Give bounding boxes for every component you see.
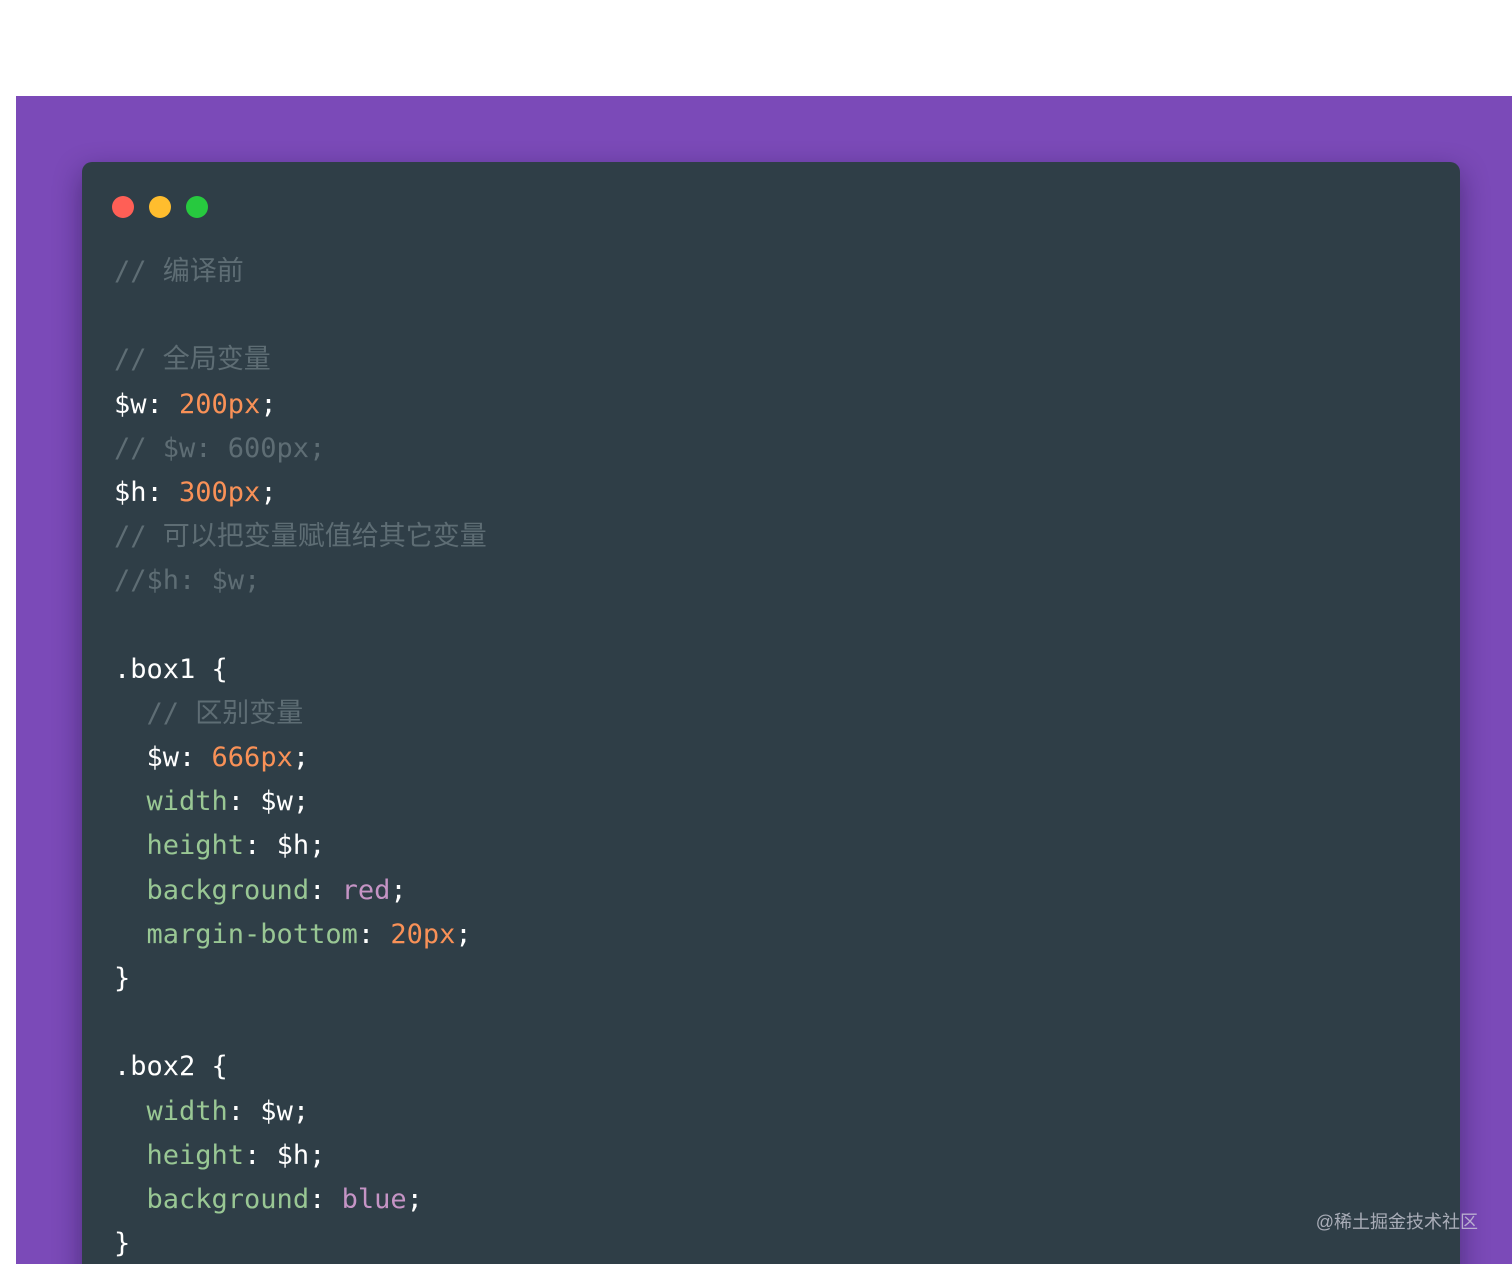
code-line: width: $w; [114, 1090, 487, 1134]
code-token: .box1 { [114, 653, 228, 685]
code-token: : [309, 874, 342, 906]
code-block: // 编译前 // 全局变量 $w: 200px; // $w: 600px; $h:… [114, 250, 487, 1264]
code-token: height [146, 1139, 245, 1171]
code-token: //$h: $w; [114, 565, 261, 597]
code-token: // $w: 600px; [114, 432, 326, 464]
code-token: height [146, 830, 245, 862]
code-token: 200px [179, 388, 261, 420]
code-token: background [146, 1183, 310, 1215]
code-token: ; [390, 874, 407, 906]
code-token: .box2 { [114, 1051, 228, 1083]
close-dot-icon[interactable] [112, 196, 134, 218]
maximize-dot-icon[interactable] [186, 196, 208, 218]
code-line: $w: 200px; [114, 383, 487, 427]
code-line: margin-bottom: 20px; [114, 913, 487, 957]
code-token: ; [260, 476, 277, 508]
code-line: width: $w; [114, 780, 487, 824]
code-token: $w: [114, 742, 212, 774]
code-line: // $w: 600px; [114, 427, 487, 471]
code-token: $w: [114, 388, 180, 420]
code-token: $h: [114, 476, 180, 508]
code-token: // 全局变量 [114, 344, 271, 376]
code-line: // 全局变量 [114, 338, 487, 382]
code-token: : $w; [227, 1095, 310, 1127]
code-line: // 编译前 [114, 250, 487, 294]
page: // 编译前 // 全局变量 $w: 200px; // $w: 600px; $h:… [0, 0, 1512, 1264]
code-token: : $h; [244, 1139, 326, 1171]
code-token: ; [455, 918, 472, 950]
code-token: width [146, 786, 228, 818]
code-line: height: $h; [114, 824, 487, 868]
code-token: 666px [211, 742, 293, 774]
code-line: // 可以把变量赋值给其它变量 [114, 515, 487, 559]
code-token: ; [406, 1183, 423, 1215]
code-token: : [309, 1183, 342, 1215]
code-token: 20px [390, 918, 456, 950]
window-controls [112, 196, 208, 218]
code-line: .box1 { [114, 648, 487, 692]
code-line: background: red; [114, 869, 487, 913]
code-line: //$h: $w; [114, 559, 487, 603]
code-token: 300px [179, 476, 261, 508]
code-token: : $w; [227, 786, 310, 818]
code-line: // 区别变量 [114, 692, 487, 736]
code-line: } [114, 957, 487, 1001]
code-token: background [146, 874, 310, 906]
code-line: } [114, 1222, 487, 1264]
minimize-dot-icon[interactable] [149, 196, 171, 218]
code-line: $w: 666px; [114, 736, 487, 780]
watermark: @稀土掘金技术社区 [1315, 1212, 1478, 1232]
code-token: // 编译前 [114, 256, 244, 287]
code-token: : $h; [244, 830, 326, 862]
code-line: background: blue; [114, 1178, 487, 1222]
code-token: } [114, 963, 131, 994]
code-token: } [114, 1228, 131, 1260]
code-window: // 编译前 // 全局变量 $w: 200px; // $w: 600px; $h:… [82, 162, 1460, 1264]
code-token: width [146, 1095, 228, 1127]
code-token: : [357, 918, 391, 950]
code-token: red [341, 874, 391, 906]
code-token: margin-bottom [146, 918, 358, 950]
code-token: ; [292, 742, 310, 774]
code-token: // 区别变量 [114, 697, 304, 729]
code-token: ; [260, 388, 277, 420]
code-line: $h: 300px; [114, 471, 487, 515]
code-line: .box2 { [114, 1045, 487, 1089]
code-token: // 可以把变量赋值给其它变量 [114, 521, 487, 553]
code-token: blue [341, 1183, 407, 1215]
code-line: height: $h; [114, 1134, 487, 1178]
